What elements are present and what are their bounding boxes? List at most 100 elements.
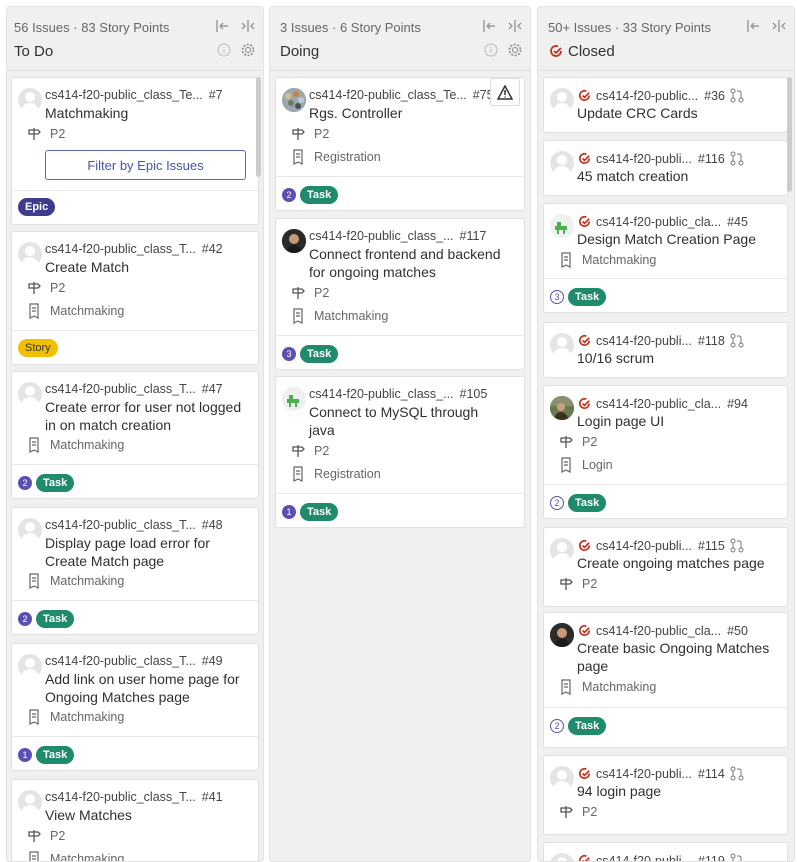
issue-title[interactable]: Create basic Ongoing Matches page (577, 639, 782, 675)
epic-icon (29, 303, 39, 319)
collapse-left-icon[interactable] (482, 19, 496, 33)
issue-title[interactable]: 94 login page (577, 782, 661, 800)
label-epic[interactable]: Epic (18, 198, 56, 216)
issue-number: #47 (201, 382, 223, 396)
issue-card[interactable]: cs414-f20-public_cla... #94 Login page UI… (543, 385, 788, 519)
issue-reference[interactable]: cs414-f20-public_class_Te... (45, 88, 203, 102)
issue-title[interactable]: Add link on user home page for Ongoing M… (45, 670, 245, 706)
issue-reference[interactable]: cs414-f20-public_cla... (596, 397, 721, 411)
issue-card[interactable]: cs414-f20-public... #36 Update CRC Cards (543, 77, 788, 133)
issue-reference[interactable]: cs414-f20-public... (596, 89, 698, 103)
issue-reference[interactable]: cs414-f20-public_cla... (596, 624, 721, 638)
avatar (550, 623, 574, 647)
collapse-left-icon[interactable] (215, 19, 229, 33)
issue-card[interactable]: cs414-f20-public_class_Te... #7 Matchmaki… (11, 77, 259, 225)
issue-card[interactable]: cs414-f20-public_class_... #105 Connect t… (275, 376, 525, 528)
issue-title[interactable]: Connect to MySQL through java (309, 403, 499, 439)
scrollbar[interactable] (787, 77, 792, 192)
issue-reference[interactable]: cs414-f20-publi... (596, 152, 692, 166)
epic-label[interactable]: Matchmaking (582, 680, 656, 694)
issue-title[interactable]: Display page load error for Create Match… (45, 534, 245, 570)
info-icon[interactable] (217, 43, 231, 57)
issue-reference[interactable]: cs414-f20-publi... (596, 854, 692, 861)
label-task[interactable]: Task (36, 474, 75, 492)
issue-card[interactable]: cs414-f20-public_class_Te... #75 Rgs. Con… (275, 77, 525, 211)
issue-title[interactable]: Login page UI (577, 412, 664, 430)
info-icon[interactable] (484, 43, 498, 57)
epic-label[interactable]: Matchmaking (50, 438, 124, 452)
collapse-column-icon[interactable] (508, 19, 522, 33)
epic-label[interactable]: Registration (314, 150, 381, 164)
epic-label[interactable]: Matchmaking (50, 710, 124, 724)
issue-card[interactable]: cs414-f20-publi... #119 (543, 842, 788, 861)
issue-reference[interactable]: cs414-f20-public_class_... (309, 229, 454, 243)
warning-icon[interactable] (490, 78, 520, 106)
issue-title[interactable]: View Matches (45, 806, 132, 824)
epic-label[interactable]: Registration (314, 467, 381, 481)
issue-title[interactable]: Create ongoing matches page (577, 554, 765, 572)
issue-reference[interactable]: cs414-f20-publi... (596, 334, 692, 348)
issue-number: #42 (201, 242, 223, 256)
issue-reference[interactable]: cs414-f20-public_class_T... (45, 790, 196, 804)
filter-by-epic-button[interactable]: Filter by Epic Issues (45, 150, 246, 180)
label-task[interactable]: Task (36, 610, 75, 628)
issue-title[interactable]: 10/16 scrum (577, 349, 654, 367)
issue-card[interactable]: cs414-f20-public_class_T... #42 Create Ma… (11, 231, 259, 365)
issue-card[interactable]: cs414-f20-public_cla... #45 Design Match … (543, 203, 788, 313)
label-task[interactable]: Task (568, 288, 607, 306)
scrollbar[interactable] (256, 77, 261, 177)
issue-card[interactable]: cs414-f20-publi... #116 45 match creation (543, 140, 788, 196)
issue-card[interactable]: cs414-f20-publi... #115 Create ongoing ma… (543, 527, 788, 607)
label-task[interactable]: Task (568, 717, 607, 735)
issue-reference[interactable]: cs414-f20-public_class_T... (45, 242, 196, 256)
issue-title[interactable]: Matchmaking (45, 104, 128, 122)
epic-label[interactable]: Matchmaking (50, 304, 124, 318)
issue-title[interactable]: Create error for user not logged in on m… (45, 398, 245, 434)
column-title: To Do (14, 43, 54, 60)
label-task[interactable]: Task (568, 494, 607, 512)
label-task[interactable]: Task (300, 186, 339, 204)
issue-card[interactable]: cs414-f20-publi... #118 10/16 scrum (543, 322, 788, 378)
issue-reference[interactable]: cs414-f20-public_cla... (596, 215, 721, 229)
issue-card[interactable]: cs414-f20-public_class_T... #47 Create er… (11, 371, 259, 499)
issue-card[interactable]: cs414-f20-public_class_... #117 Connect f… (275, 218, 525, 370)
collapse-left-icon[interactable] (746, 19, 760, 33)
merge-request-icon (730, 88, 744, 103)
issue-title[interactable]: Rgs. Controller (309, 104, 402, 122)
avatar (18, 88, 42, 112)
label-task[interactable]: Task (36, 746, 75, 764)
avatar (282, 229, 306, 253)
epic-label[interactable]: Login (582, 458, 613, 472)
settings-gear-icon[interactable] (241, 43, 255, 57)
issue-reference[interactable]: cs414-f20-public_class_T... (45, 382, 196, 396)
issue-card[interactable]: cs414-f20-public_class_T... #48 Display p… (11, 507, 259, 635)
issue-card[interactable]: cs414-f20-public_cla... #50 Create basic … (543, 612, 788, 748)
epic-label[interactable]: Matchmaking (582, 253, 656, 267)
issue-card[interactable]: cs414-f20-publi... #114 94 login page P2 (543, 755, 788, 835)
column-stats: 56 Issues · 83 Story Points (14, 20, 170, 35)
label-story[interactable]: Story (18, 339, 58, 357)
epic-label[interactable]: Matchmaking (50, 574, 124, 588)
merge-request-icon (730, 333, 744, 348)
settings-gear-icon[interactable] (508, 43, 522, 57)
epic-icon (293, 308, 303, 324)
issue-reference[interactable]: cs414-f20-public_class_T... (45, 518, 196, 532)
label-task[interactable]: Task (300, 503, 339, 521)
issue-reference[interactable]: cs414-f20-public_class_... (309, 387, 454, 401)
epic-label[interactable]: Matchmaking (50, 852, 124, 861)
issue-title[interactable]: Design Match Creation Page (577, 230, 756, 248)
epic-label[interactable]: Matchmaking (314, 309, 388, 323)
issue-reference[interactable]: cs414-f20-public_class_T... (45, 654, 196, 668)
issue-card[interactable]: cs414-f20-public_class_T... #49 Add link … (11, 643, 259, 771)
label-task[interactable]: Task (300, 345, 339, 363)
issue-reference[interactable]: cs414-f20-publi... (596, 767, 692, 781)
issue-reference[interactable]: cs414-f20-public_class_Te... (309, 88, 467, 102)
collapse-column-icon[interactable] (772, 19, 786, 33)
issue-title[interactable]: Update CRC Cards (577, 104, 698, 122)
issue-card[interactable]: cs414-f20-public_class_T... #41 View Matc… (11, 779, 259, 861)
issue-reference[interactable]: cs414-f20-publi... (596, 539, 692, 553)
issue-title[interactable]: 45 match creation (577, 167, 688, 185)
issue-title[interactable]: Create Match (45, 258, 129, 276)
issue-title[interactable]: Connect frontend and backend for ongoing… (309, 245, 519, 281)
collapse-column-icon[interactable] (241, 19, 255, 33)
